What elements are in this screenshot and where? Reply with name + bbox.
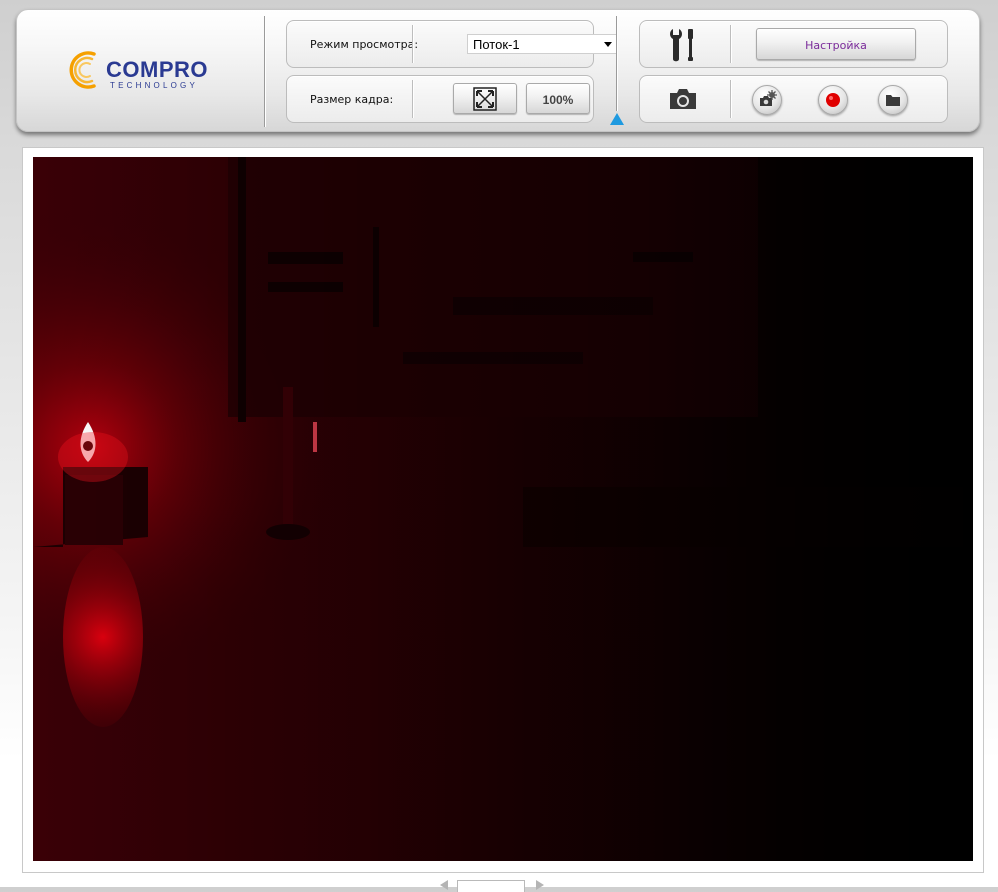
pager [440,880,560,892]
logo-tagline-text: TECHNOLOGY [110,81,199,90]
tools-panel: Настройка [639,20,948,68]
camera-icon[interactable] [668,87,698,111]
panel-separator [412,25,413,63]
panel-separator [730,80,731,118]
stream-select[interactable]: Поток-1 [467,34,617,54]
folder-icon [886,95,900,106]
logo-brand-text: COMPRO [106,57,208,82]
panel-separator [412,80,413,118]
open-folder-button[interactable] [878,85,908,115]
zoom-100-label: 100% [542,93,574,107]
camera-image [33,157,973,861]
separator [616,16,617,111]
stream-select-value: Поток-1 [473,37,520,52]
video-feed[interactable] [33,157,973,861]
collapse-toolbar-arrow-icon[interactable] [610,113,624,125]
view-mode-label: Режим просмотра: [310,38,419,51]
record-button[interactable] [818,85,848,115]
logo-swirl-icon [69,51,96,89]
record-icon [826,93,840,107]
capture-panel [639,75,948,123]
panel-separator [730,25,731,63]
fit-to-window-icon [473,87,497,111]
chevron-down-icon [604,42,612,47]
frame-size-label: Размер кадра: [310,93,394,106]
toolbar: COMPRO TECHNOLOGY Режим просмотра: Поток… [16,9,980,132]
camera-settings-icon [760,90,777,106]
setup-button[interactable]: Настройка [756,28,916,60]
frame-size-panel: Размер кадра: 100% [286,75,594,123]
snapshot-settings-button[interactable] [752,85,782,115]
compro-logo: COMPRO TECHNOLOGY [64,48,214,96]
fit-to-window-button[interactable] [453,83,517,114]
arrow-right-icon[interactable] [536,880,544,890]
zoom-100-button[interactable]: 100% [526,83,590,114]
pager-field[interactable] [457,880,525,892]
setup-button-label: Настройка [805,39,867,52]
arrow-left-icon[interactable] [440,880,448,890]
view-mode-panel: Режим просмотра: Поток-1 [286,20,617,68]
wrench-screwdriver-icon[interactable] [668,27,698,63]
separator [264,16,265,127]
